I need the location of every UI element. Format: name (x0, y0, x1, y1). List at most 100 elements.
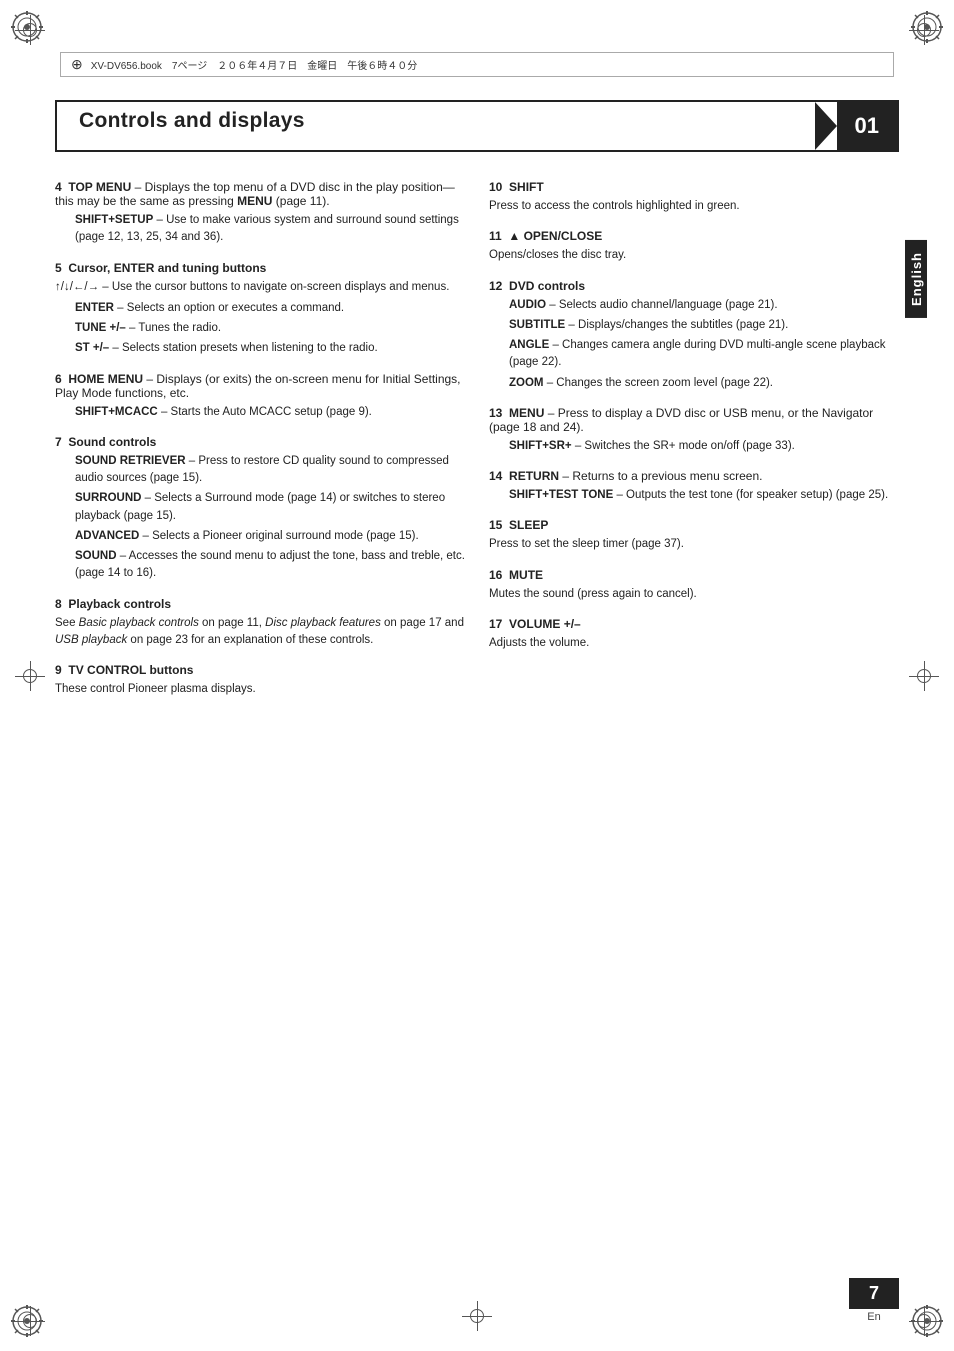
item-11-title: ▲ OPEN/CLOSE (508, 229, 602, 243)
item-10: 10 SHIFT Press to access the controls hi… (489, 180, 899, 215)
item-7-sub-retriever: SOUND RETRIEVER – Press to restore CD qu… (75, 453, 465, 488)
item-5-sub-tune: TUNE +/– – Tunes the radio. (75, 320, 465, 337)
item-8-title: Playback controls (68, 597, 171, 611)
item-7-subs: SOUND RETRIEVER – Press to restore CD qu… (75, 453, 465, 583)
item-4: 4 TOP MENU – Displays the top menu of a … (55, 180, 465, 247)
item-6-number: 6 (55, 372, 62, 386)
page-en-label: En (867, 1311, 880, 1323)
item-15-body: Press to set the sleep timer (page 37). (489, 536, 899, 553)
item-11-header: 11 ▲ OPEN/CLOSE (489, 229, 899, 243)
item-9-body: These control Pioneer plasma displays. (55, 681, 465, 698)
item-13-number: 13 (489, 406, 502, 420)
item-6-header: 6 HOME MENU – Displays (or exits) the on… (55, 372, 465, 400)
item-8-body: See Basic playback controls on page 11, … (55, 615, 465, 650)
item-16-header: 16 MUTE (489, 568, 899, 582)
item-5-body: ↑/↓/←/→ – Use the cursor buttons to navi… (55, 279, 465, 296)
item-16: 16 MUTE Mutes the sound (press again to … (489, 568, 899, 603)
page-number-area: 7 En (849, 1278, 899, 1323)
item-5-number: 5 (55, 261, 62, 275)
item-13-sub-srplus: SHIFT+SR+ – Switches the SR+ mode on/off… (509, 438, 899, 455)
item-15: 15 SLEEP Press to set the sleep timer (p… (489, 518, 899, 553)
item-15-header: 15 SLEEP (489, 518, 899, 532)
item-4-number: 4 (55, 180, 62, 194)
item-14-title: RETURN (509, 469, 559, 483)
item-8: 8 Playback controls See Basic playback c… (55, 597, 465, 650)
item-12-sub-subtitle: SUBTITLE – Displays/changes the subtitle… (509, 317, 899, 334)
item-7-header: 7 Sound controls (55, 435, 465, 449)
item-9-header: 9 TV CONTROL buttons (55, 663, 465, 677)
item-16-body: Mutes the sound (press again to cancel). (489, 586, 899, 603)
item-14: 14 RETURN – Returns to a previous menu s… (489, 469, 899, 504)
left-column: 4 TOP MENU – Displays the top menu of a … (55, 180, 465, 712)
item-5-header: 5 Cursor, ENTER and tuning buttons (55, 261, 465, 275)
item-16-title: MUTE (509, 568, 543, 582)
item-12-header: 12 DVD controls (489, 279, 899, 293)
item-14-header: 14 RETURN – Returns to a previous menu s… (489, 469, 899, 483)
bottom-center-reg (462, 1301, 492, 1331)
crosshair-icon: ⊕ (71, 56, 83, 73)
item-13-subs: SHIFT+SR+ – Switches the SR+ mode on/off… (509, 438, 899, 455)
item-10-header: 10 SHIFT (489, 180, 899, 194)
item-12-title: DVD controls (509, 279, 585, 293)
item-10-number: 10 (489, 180, 502, 194)
item-17-header: 17 VOLUME +/– (489, 617, 899, 631)
item-5-title: Cursor, ENTER and tuning buttons (68, 261, 266, 275)
item-13-body: – Press to display a DVD disc or USB men… (489, 406, 873, 434)
item-4-sub-shiftsetup: SHIFT+SETUP – Use to make various system… (75, 212, 465, 247)
item-10-title: SHIFT (509, 180, 544, 194)
item-12: 12 DVD controls AUDIO – Selects audio ch… (489, 279, 899, 392)
item-8-number: 8 (55, 597, 62, 611)
item-7-sub-advanced: ADVANCED – Selects a Pioneer original su… (75, 528, 465, 545)
page-title: Controls and displays (57, 102, 815, 150)
corner-ornament-tl (8, 8, 46, 49)
item-5: 5 Cursor, ENTER and tuning buttons ↑/↓/←… (55, 261, 465, 358)
item-12-sub-zoom: ZOOM – Changes the screen zoom level (pa… (509, 375, 899, 392)
reg-mark-mid-right (909, 661, 939, 691)
item-17-title: VOLUME +/– (509, 617, 581, 631)
item-6: 6 HOME MENU – Displays (or exits) the on… (55, 372, 465, 421)
content-area: 4 TOP MENU – Displays the top menu of a … (55, 180, 899, 712)
item-14-sub-testtone: SHIFT+TEST TONE – Outputs the test tone … (509, 487, 899, 504)
item-11-number: 11 (489, 229, 502, 243)
item-12-number: 12 (489, 279, 502, 293)
chapter-number: 01 (837, 102, 897, 150)
reg-mark-mid-left (15, 661, 45, 691)
item-13-header: 13 MENU – Press to display a DVD disc or… (489, 406, 899, 434)
right-column: 10 SHIFT Press to access the controls hi… (489, 180, 899, 712)
item-17-body: Adjusts the volume. (489, 635, 899, 652)
item-11: 11 ▲ OPEN/CLOSE Opens/closes the disc tr… (489, 229, 899, 264)
item-5-sub-enter: ENTER – Selects an option or executes a … (75, 300, 465, 317)
item-16-number: 16 (489, 568, 502, 582)
title-arrow (815, 102, 837, 150)
item-6-sub-mcacc: SHIFT+MCACC – Starts the Auto MCACC setu… (75, 404, 465, 421)
item-5-subs: ENTER – Selects an option or executes a … (75, 300, 465, 358)
corner-ornament-bl (8, 1302, 46, 1343)
item-12-subs: AUDIO – Selects audio channel/language (… (509, 297, 899, 392)
item-7-number: 7 (55, 435, 62, 449)
item-13: 13 MENU – Press to display a DVD disc or… (489, 406, 899, 455)
item-14-number: 14 (489, 469, 502, 483)
item-12-sub-audio: AUDIO – Selects audio channel/language (… (509, 297, 899, 314)
item-7-sub-sound: SOUND – Accesses the sound menu to adjus… (75, 548, 465, 583)
item-9-number: 9 (55, 663, 62, 677)
item-17-number: 17 (489, 617, 502, 631)
item-15-title: SLEEP (509, 518, 548, 532)
page-number-box: 7 (849, 1278, 899, 1309)
title-bar: Controls and displays 01 (55, 100, 899, 152)
item-4-sub: SHIFT+SETUP – Use to make various system… (75, 212, 465, 247)
item-4-title: TOP MENU (68, 180, 131, 194)
item-15-number: 15 (489, 518, 502, 532)
file-info-bar: ⊕ XV-DV656.book 7ページ ２０６年４月７日 金曜日 午後６時４０… (60, 52, 894, 77)
item-9-title: TV CONTROL buttons (68, 663, 193, 677)
item-14-body: – Returns to a previous menu screen. (559, 469, 762, 483)
file-info-text: XV-DV656.book 7ページ ２０６年４月７日 金曜日 午後６時４０分 (91, 57, 418, 72)
corner-ornament-br (908, 1302, 946, 1343)
item-13-title: MENU (509, 406, 544, 420)
item-6-subs: SHIFT+MCACC – Starts the Auto MCACC setu… (75, 404, 465, 421)
item-10-body: Press to access the controls highlighted… (489, 198, 899, 215)
item-7: 7 Sound controls SOUND RETRIEVER – Press… (55, 435, 465, 583)
item-7-sub-surround: SURROUND – Selects a Surround mode (page… (75, 490, 465, 525)
item-14-subs: SHIFT+TEST TONE – Outputs the test tone … (509, 487, 899, 504)
item-7-title: Sound controls (68, 435, 156, 449)
item-6-title: HOME MENU (68, 372, 143, 386)
